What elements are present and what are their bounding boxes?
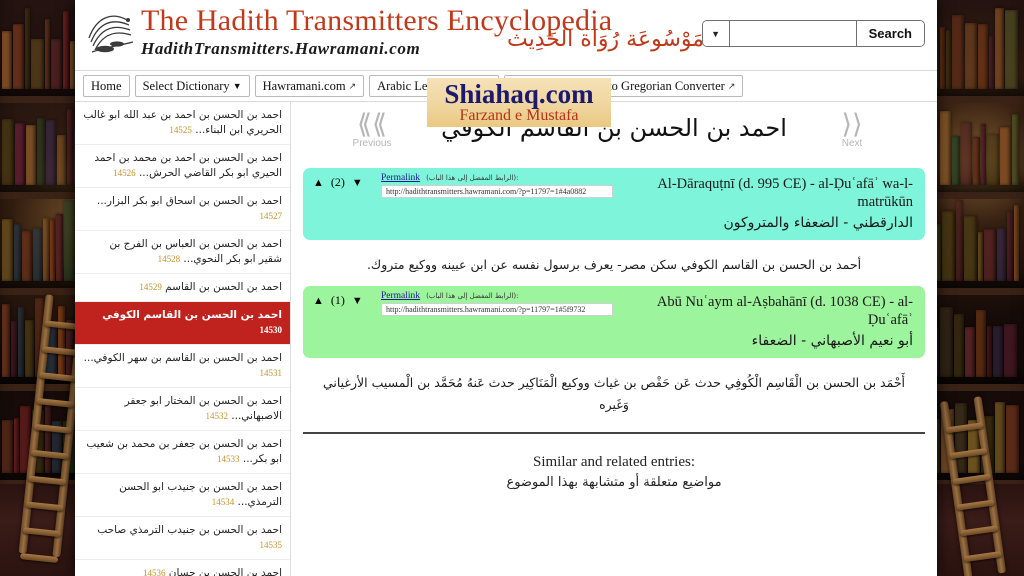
sidebar-item-number: 14527 bbox=[259, 211, 283, 221]
sidebar-item-label: احمد بن الحسن بن جعفر بن محمد بن شعيب اب… bbox=[86, 438, 282, 465]
content-columns: احمد بن الحسن بن احمد بن عبد الله ابو غا… bbox=[75, 102, 937, 576]
arabic-calligraphy-logo-icon bbox=[83, 8, 139, 60]
permalink-url-field[interactable]: http://hadithtransmitters.hawramani.com/… bbox=[381, 303, 613, 316]
entry-source-en: Al-Dāraquṭnī (d. 995 CE) - al-Ḍuʿafāʾ wa… bbox=[657, 176, 913, 210]
entry-body-text: أَحْمَد بن الحسن بن الْقَاسِم الْكُوفِي … bbox=[322, 375, 906, 412]
permalink-arabic-note: :(الرابط المفضل إلى هذا الباب) bbox=[426, 174, 519, 182]
entry-0: ▲ (2) ▼ Permalink :(الرابط المفضل إلى هذا ال… bbox=[303, 168, 925, 286]
sidebar-item-label: احمد بن الحسن بن حسان bbox=[168, 567, 282, 576]
permalink-block: Permalink :(الرابط المفضل إلى هذا الباب) h… bbox=[381, 291, 613, 316]
sidebar-item-14531[interactable]: احمد بن الحسن بن القاسم بن سهر الكوفي...… bbox=[75, 345, 290, 388]
triangle-down-icon[interactable]: ▼ bbox=[352, 177, 363, 189]
site-arabic-logo: مَوْسُوعَة رُوَاة الحَدِيث bbox=[507, 27, 705, 52]
entries-list: ▲ (2) ▼ Permalink :(الرابط المفضل إلى هذا ال… bbox=[291, 168, 937, 426]
watermark-line1: Shiahaq.com bbox=[444, 79, 594, 109]
nav-item-2[interactable]: Hawramani.com ↗ bbox=[254, 75, 365, 97]
sidebar-item-number: 14534 bbox=[211, 497, 235, 507]
sidebar-item-label: احمد بن الحسن بن اسحاق ابو بكر البزار... bbox=[96, 195, 282, 207]
vote-control: ▲ (2) ▼ bbox=[313, 175, 363, 190]
sidebar-item-14534[interactable]: احمد بن الحسن بن جنيدب ابو الحسن الترمذي… bbox=[75, 474, 290, 517]
sidebar-item-14526[interactable]: احمد بن الحسن بن احمد بن محمد بن احمد ال… bbox=[75, 145, 290, 188]
search-scope-chevron-down-icon[interactable]: ▼ bbox=[702, 21, 730, 46]
entries-sidebar[interactable]: احمد بن الحسن بن احمد بن عبد الله ابو غا… bbox=[75, 102, 291, 576]
sidebar-item-label: احمد بن الحسن بن العباس بن الفرج بن شقير… bbox=[109, 238, 282, 265]
sidebar-item-number: 14529 bbox=[139, 282, 162, 292]
similar-entries-section: Similar and related entries: مواضيع متعل… bbox=[303, 432, 925, 494]
sidebar-item-14535[interactable]: احمد بن الحسن بن جنيدب الترمذي صاحب 1453… bbox=[75, 517, 290, 560]
search-button[interactable]: Search bbox=[855, 21, 924, 46]
permalink-block: Permalink :(الرابط المفضل إلى هذا الباب) h… bbox=[381, 173, 613, 198]
nav-item-label: Select Dictionary bbox=[142, 78, 230, 93]
external-link-icon: ↗ bbox=[348, 80, 357, 91]
sidebar-item-14536[interactable]: احمد بن الحسن بن حسان 14536 bbox=[75, 560, 290, 576]
permalink-arabic-note: :(الرابط المفضل إلى هذا الباب) bbox=[426, 292, 519, 300]
sidebar-item-number: 14532 bbox=[205, 411, 228, 421]
sidebar-item-14525[interactable]: احمد بن الحسن بن احمد بن عبد الله ابو غا… bbox=[75, 102, 290, 145]
sidebar-item-14533[interactable]: احمد بن الحسن بن جعفر بن محمد بن شعيب اب… bbox=[75, 431, 290, 474]
chevron-double-right-icon: ⟩⟩ bbox=[841, 109, 863, 140]
watermark-line2: Farzand e Mustafa bbox=[459, 107, 579, 124]
page-sheet: The Hadith Transmitters Encyclopedia Had… bbox=[75, 0, 937, 576]
permalink-url-field[interactable]: http://hadithtransmitters.hawramani.com/… bbox=[381, 185, 613, 198]
caret-down-icon: ▼ bbox=[232, 81, 242, 91]
permalink-link[interactable]: Permalink bbox=[381, 173, 420, 183]
sidebar-item-label: احمد بن الحسن بن جنيدب ابو الحسن الترمذي… bbox=[119, 481, 282, 508]
entry-source-ar: أبو نعيم الأصبهاني - الضعفاء bbox=[751, 333, 913, 349]
main-content: ⟪⟪ Previous احمد بن الحسن بن القاسم الكو… bbox=[291, 102, 937, 576]
sidebar-item-label: احمد بن الحسن بن المختار ابو جعفر الاصبه… bbox=[124, 395, 282, 422]
sidebar-item-14528[interactable]: احمد بن الحسن بن العباس بن الفرج بن شقير… bbox=[75, 231, 290, 274]
permalink-link[interactable]: Permalink bbox=[381, 291, 420, 301]
sidebar-item-number: 14526 bbox=[113, 168, 136, 178]
entry-body-text: أحمد بن الحسن بن القاسم الكوفي سكن مصر- … bbox=[366, 257, 862, 272]
entry-source-en: Abū Nuʿaym al-Aṣbahānī (d. 1038 CE) - al… bbox=[656, 294, 913, 328]
sidebar-item-number: 14528 bbox=[157, 254, 181, 264]
search-bar[interactable]: ▼ Search bbox=[701, 20, 925, 47]
entry-header-1: ▲ (1) ▼ Permalink :(الرابط المفضل إلى هذا ال… bbox=[303, 286, 925, 358]
sidebar-item-label: احمد بن الحسن بن القاسم بن سهر الكوفي... bbox=[83, 352, 282, 364]
sidebar-item-number: 14525 bbox=[169, 125, 192, 135]
entry-title-row: ⟪⟪ Previous احمد بن الحسن بن القاسم الكو… bbox=[291, 102, 937, 168]
next-label: Next bbox=[841, 138, 863, 149]
external-link-icon: ↗ bbox=[727, 80, 736, 91]
sidebar-item-number: 14536 bbox=[142, 568, 166, 576]
entry-source-ar: الدارقطني - الضعفاء والمتروكون bbox=[723, 215, 913, 231]
triangle-down-icon[interactable]: ▼ bbox=[352, 295, 363, 307]
sidebar-item-number: 14535 bbox=[259, 540, 283, 550]
nav-item-label: Home bbox=[91, 78, 122, 93]
sidebar-item-14530[interactable]: احمد بن الحسن بن القاسم الكوفي 14530 bbox=[75, 302, 290, 345]
search-input[interactable] bbox=[729, 21, 856, 46]
site-header: The Hadith Transmitters Encyclopedia Had… bbox=[75, 0, 937, 71]
sidebar-item-label: احمد بن الحسن بن جنيدب الترمذي صاحب bbox=[97, 524, 282, 536]
entry-1: ▲ (1) ▼ Permalink :(الرابط المفضل إلى هذا ال… bbox=[303, 286, 925, 426]
vote-control: ▲ (1) ▼ bbox=[313, 293, 363, 308]
sidebar-item-14529[interactable]: احمد بن الحسن بن القاسم 14529 bbox=[75, 274, 290, 302]
similar-heading-ar: مواضيع متعلقة أو متشابهة بهذا الموضوع bbox=[506, 475, 722, 490]
next-entry-button[interactable]: ⟩⟩ Next bbox=[817, 109, 887, 149]
similar-heading-en: Similar and related entries: bbox=[532, 454, 696, 470]
sidebar-item-number: 14533 bbox=[217, 454, 240, 464]
sidebar-item-14527[interactable]: احمد بن الحسن بن اسحاق ابو بكر البزار...… bbox=[75, 188, 290, 231]
nav-item-0[interactable]: Home bbox=[83, 75, 130, 97]
watermark-overlay: Shiahaq.com Farzand e Mustafa bbox=[427, 78, 611, 127]
sidebar-item-label: احمد بن الحسن بن القاسم bbox=[165, 281, 282, 293]
sidebar-item-label: احمد بن الحسن بن القاسم الكوفي bbox=[102, 309, 282, 321]
triangle-up-icon[interactable]: ▲ bbox=[313, 177, 324, 189]
sidebar-item-14532[interactable]: احمد بن الحسن بن المختار ابو جعفر الاصبه… bbox=[75, 388, 290, 431]
entry-header-0: ▲ (2) ▼ Permalink :(الرابط المفضل إلى هذا ال… bbox=[303, 168, 925, 240]
vote-count: (1) bbox=[330, 293, 345, 307]
triangle-up-icon[interactable]: ▲ bbox=[313, 295, 324, 307]
sidebar-item-number: 14531 bbox=[259, 368, 283, 378]
nav-item-1[interactable]: Select Dictionary ▼ bbox=[134, 75, 250, 97]
vote-count: (2) bbox=[330, 175, 345, 189]
sidebar-item-number: 14530 bbox=[259, 325, 283, 335]
nav-item-label: Hawramani.com bbox=[262, 78, 346, 93]
